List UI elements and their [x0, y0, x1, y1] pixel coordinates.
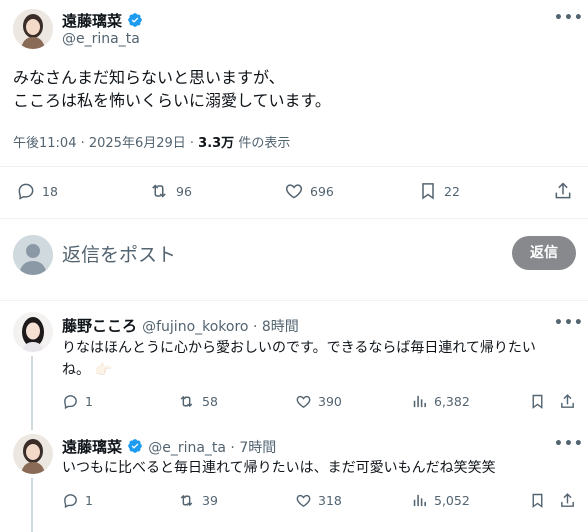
reply-text: いつもに比べると毎日連れて帰りたいは、まだ可愛いもんだね笑笑笑 [62, 457, 574, 479]
share-icon [561, 493, 574, 507]
like-count: 318 [318, 493, 342, 508]
retweet-button[interactable]: 96 [148, 181, 192, 201]
tweet-text: みなさんまだ知らないと思いますが、 こころは私を怖いくらいに溺愛しています。 [13, 66, 573, 112]
reply-text-line: いつもに比べると毎日連れて帰りたいは、まだ可愛いもんだね笑笑笑 [62, 460, 496, 476]
views-count: 3.3万 [198, 136, 235, 151]
reply-button[interactable]: 18 [16, 181, 58, 201]
reply-author-handle[interactable]: @e_rina_ta [148, 440, 226, 456]
author-name-row: 遠藤璃菜 [62, 10, 143, 31]
default-avatar-icon[interactable] [13, 235, 53, 275]
like-icon [285, 184, 303, 199]
reply-text-line: りなはほんとうに心から愛おしいのです。できるならば毎日連れて帰りたい [62, 340, 536, 356]
reply-header: 遠藤璃菜 @e_rina_ta · 7時間 [62, 436, 276, 457]
reply-author-name[interactable]: 遠藤璃菜 [62, 438, 122, 456]
like-icon [296, 395, 311, 408]
bookmark-count: 22 [444, 183, 460, 199]
share-button[interactable] [559, 393, 576, 410]
views-label: 件の表示 [234, 136, 291, 151]
divider [0, 218, 588, 219]
thread-line [31, 356, 33, 430]
retweet-icon [152, 184, 166, 198]
pointing-hand-emoji: 👉🏻 [94, 362, 112, 378]
bookmark-icon [422, 183, 434, 200]
reply-text: りなはほんとうに心から愛おしいのです。できるならば毎日連れて帰りたい ね。 👉🏻 [62, 337, 574, 381]
share-icon [561, 394, 574, 408]
share-icon [555, 182, 571, 199]
like-icon [296, 494, 311, 507]
views-count: 5,052 [434, 493, 470, 508]
reply-author-handle[interactable]: @fujino_kokoro [142, 319, 248, 335]
author-name[interactable]: 遠藤璃菜 [62, 12, 122, 30]
reply-button[interactable]: 1 [62, 393, 93, 410]
verified-badge-icon [128, 439, 142, 453]
like-count: 390 [318, 394, 342, 409]
author-handle[interactable]: @e_rina_ta [62, 31, 140, 47]
thread-line [31, 478, 33, 532]
bookmark-button[interactable]: 22 [418, 181, 460, 201]
like-button[interactable]: 696 [284, 181, 334, 201]
reply-author-name[interactable]: 藤野こころ [62, 317, 137, 335]
retweet-icon [180, 395, 193, 408]
reply-icon [64, 395, 77, 410]
bookmark-button[interactable] [529, 393, 546, 410]
like-button[interactable]: 318 [295, 492, 342, 509]
reply-text-line: ね。 [62, 362, 90, 378]
verified-badge-icon [128, 13, 142, 27]
bookmark-icon [532, 394, 543, 409]
divider [0, 300, 588, 301]
bookmark-button[interactable] [529, 492, 546, 509]
reply-submit-button[interactable]: 返信 [512, 236, 576, 270]
author-avatar[interactable] [13, 9, 53, 49]
share-button[interactable] [553, 181, 573, 201]
reply-icon [64, 494, 77, 509]
views-button[interactable]: 5,052 [411, 492, 470, 509]
views-button[interactable]: 6,382 [411, 393, 470, 410]
reply-time[interactable]: · 8時間 [249, 319, 299, 335]
reply-time[interactable]: · 7時間 [226, 440, 276, 456]
like-button[interactable]: 390 [295, 393, 342, 410]
share-button[interactable] [559, 492, 576, 509]
bookmark-icon [532, 493, 543, 508]
reply-header: 藤野こころ @fujino_kokoro · 8時間 [62, 315, 299, 336]
reply-button[interactable]: 1 [62, 492, 93, 509]
tweet-text-line: こころは私を怖いくらいに溺愛しています。 [13, 91, 331, 110]
divider [0, 166, 588, 167]
more-icon[interactable]: ••• [554, 315, 584, 331]
retweet-button[interactable]: 58 [177, 393, 218, 410]
reply-author-avatar[interactable] [13, 434, 53, 474]
views-icon [413, 494, 426, 507]
like-count: 696 [310, 183, 334, 199]
views-icon [413, 395, 426, 408]
more-icon[interactable]: ••• [554, 10, 584, 26]
tweet-meta: 午後11:04 · 2025年6月29日 · 3.3万 件の表示 [13, 132, 290, 151]
retweet-icon [180, 494, 193, 507]
retweet-count: 96 [176, 183, 192, 199]
more-icon[interactable]: ••• [554, 436, 584, 452]
reply-author-avatar[interactable] [13, 312, 53, 352]
tweet-timestamp[interactable]: 午後11:04 · 2025年6月29日 · [13, 136, 198, 151]
reply-icon [18, 183, 34, 200]
reply-count: 1 [85, 493, 93, 508]
reply-count: 18 [42, 183, 58, 199]
tweet-text-line: みなさんまだ知らないと思いますが、 [13, 68, 285, 87]
reply-input[interactable]: 返信をポスト [62, 240, 176, 267]
retweet-count: 39 [202, 493, 218, 508]
reply-count: 1 [85, 394, 93, 409]
views-count: 6,382 [434, 394, 470, 409]
retweet-count: 58 [202, 394, 218, 409]
retweet-button[interactable]: 39 [177, 492, 218, 509]
